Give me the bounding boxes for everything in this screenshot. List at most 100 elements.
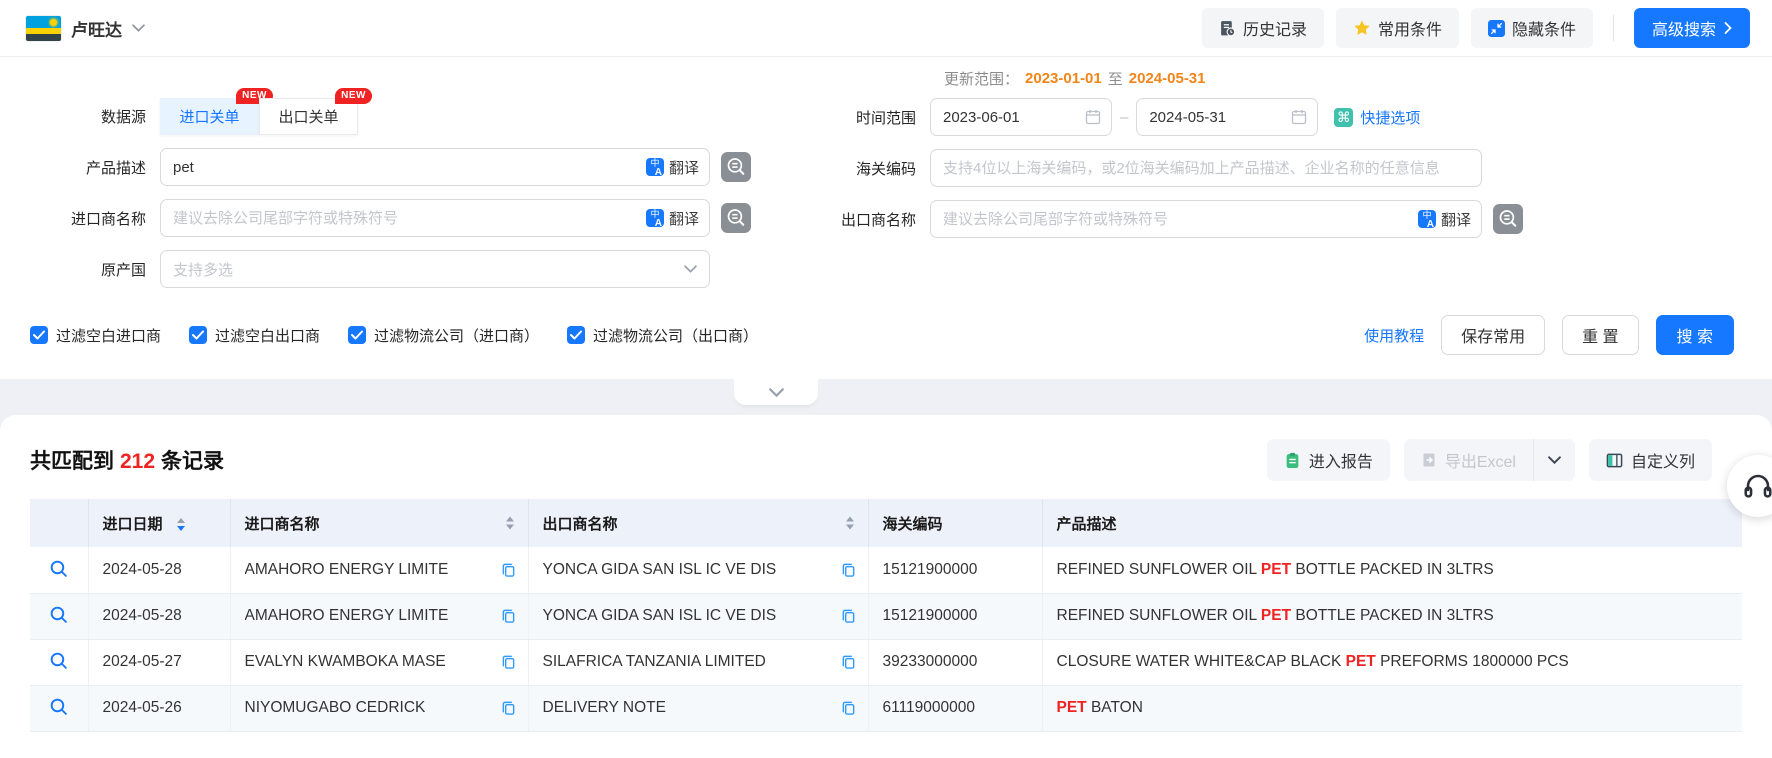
cell-hs-code: 39233000000 bbox=[868, 639, 1042, 685]
chevron-right-icon bbox=[1724, 22, 1732, 34]
filter-logistics-importer-checkbox[interactable]: 过滤物流公司（进口商） bbox=[348, 325, 539, 346]
customize-columns-button[interactable]: 自定义列 bbox=[1589, 439, 1712, 481]
desc-text: BOTTLE PACKED IN 3LTRS bbox=[1291, 561, 1494, 578]
hide-conditions-button[interactable]: 隐藏条件 bbox=[1471, 8, 1593, 48]
history-button-label: 历史记录 bbox=[1243, 16, 1307, 40]
results-header: 共匹配到212条记录 进入报告 导出Excel bbox=[30, 439, 1742, 481]
search-button[interactable]: 搜 索 bbox=[1656, 315, 1734, 355]
enter-report-label: 进入报告 bbox=[1309, 448, 1373, 472]
date-from-input[interactable]: 2023-06-01 bbox=[930, 98, 1112, 136]
export-excel-button[interactable]: 导出Excel bbox=[1404, 439, 1533, 481]
results-table: 进口日期 进口商名称 出口商名称 海关编码 产品描述 bbox=[30, 499, 1742, 732]
exact-match-toggle[interactable] bbox=[1493, 204, 1523, 234]
desc-highlight: PET bbox=[1261, 607, 1291, 624]
chevron-down-icon bbox=[132, 24, 145, 32]
copy-icon[interactable] bbox=[501, 562, 516, 578]
translate-icon: 中A bbox=[1418, 210, 1436, 228]
copy-icon[interactable] bbox=[841, 562, 856, 578]
export-options-caret[interactable] bbox=[1533, 439, 1575, 481]
country-name: 卢旺达 bbox=[71, 16, 122, 41]
cell-import-date: 2024-05-26 bbox=[88, 685, 230, 731]
cell-product-desc: CLOSURE WATER WHITE&CAP BLACK PET PREFOR… bbox=[1042, 639, 1742, 685]
magnifier-icon bbox=[49, 697, 68, 716]
importer-input[interactable] bbox=[173, 210, 638, 227]
save-favorite-button[interactable]: 保存常用 bbox=[1441, 315, 1545, 355]
header-label: 产品描述 bbox=[1057, 516, 1117, 533]
cell-hs-code: 15121900000 bbox=[868, 593, 1042, 639]
exporter-input[interactable] bbox=[943, 211, 1410, 228]
translate-button[interactable]: 中A 翻译 bbox=[1410, 209, 1471, 230]
sort-toggle[interactable] bbox=[506, 517, 514, 530]
view-detail-button[interactable] bbox=[45, 693, 72, 723]
translate-button[interactable]: 中A 翻译 bbox=[638, 208, 699, 229]
view-detail-button[interactable] bbox=[45, 555, 72, 585]
product-desc-input[interactable] bbox=[173, 159, 638, 176]
importer-label: 进口商名称 bbox=[0, 208, 160, 229]
hide-conditions-button-label: 隐藏条件 bbox=[1512, 16, 1576, 40]
tutorial-link[interactable]: 使用教程 bbox=[1364, 325, 1424, 346]
reset-button[interactable]: 重 置 bbox=[1562, 315, 1638, 355]
customize-columns-label: 自定义列 bbox=[1631, 448, 1695, 472]
topbar-actions: 历史记录 常用条件 隐藏条件 高级搜索 bbox=[1190, 8, 1750, 48]
cell-import-date: 2024-05-27 bbox=[88, 639, 230, 685]
cell-hs-code: 61119000000 bbox=[868, 685, 1042, 731]
desc-text: BATON bbox=[1087, 699, 1143, 716]
origin-country-select[interactable]: 支持多选 bbox=[160, 250, 710, 288]
sort-toggle[interactable] bbox=[846, 517, 854, 530]
translate-button[interactable]: 中A 翻译 bbox=[638, 157, 699, 178]
search-panel: 数据源 进口关单 NEW 出口关单 NEW 产品描述 bbox=[0, 57, 1772, 379]
exact-match-toggle[interactable] bbox=[721, 203, 751, 233]
time-range-label: 时间范围 bbox=[800, 107, 930, 128]
country-selector[interactable]: 卢旺达 bbox=[26, 16, 145, 41]
hs-code-input[interactable] bbox=[943, 160, 1471, 177]
enter-report-button[interactable]: 进入报告 bbox=[1267, 439, 1390, 481]
quick-options-link[interactable]: ⌘ 快捷选项 bbox=[1334, 107, 1420, 128]
collapse-icon bbox=[1488, 20, 1505, 37]
cell-import-date: 2024-05-28 bbox=[88, 547, 230, 593]
advanced-search-button[interactable]: 高级搜索 bbox=[1634, 8, 1750, 48]
filter-logistics-exporter-checkbox[interactable]: 过滤物流公司（出口商） bbox=[567, 325, 758, 346]
desc-text: PREFORMS 1800000 PCS bbox=[1376, 653, 1569, 670]
tab-export-declaration[interactable]: 出口关单 NEW bbox=[259, 98, 358, 135]
translate-label: 翻译 bbox=[669, 157, 699, 178]
date-to-value: 2024-05-31 bbox=[1149, 109, 1291, 126]
header-exporter-name[interactable]: 出口商名称 bbox=[528, 499, 868, 547]
copy-icon[interactable] bbox=[501, 654, 516, 670]
header-import-date[interactable]: 进口日期 bbox=[88, 499, 230, 547]
cell-exporter-name: SILAFRICA TANZANIA LIMITED bbox=[543, 653, 833, 671]
new-badge: NEW bbox=[335, 88, 372, 104]
filter-actions-row: 过滤空白进口商 过滤空白出口商 过滤物流公司（进口商） 过滤物流公司（出口商） … bbox=[0, 301, 1772, 355]
collapse-panel-handle[interactable] bbox=[734, 379, 818, 405]
cell-product-desc: REFINED SUNFLOWER OIL PET BOTTLE PACKED … bbox=[1042, 547, 1742, 593]
copy-icon[interactable] bbox=[841, 700, 856, 716]
topbar: 卢旺达 历史记录 常用条件 隐藏条件 高级搜索 bbox=[0, 0, 1772, 57]
calendar-icon bbox=[1085, 109, 1101, 125]
exact-match-icon bbox=[1493, 204, 1523, 234]
results-count-title: 共匹配到212条记录 bbox=[30, 445, 224, 475]
date-to-input[interactable]: 2024-05-31 bbox=[1136, 98, 1318, 136]
cell-exporter-name: DELIVERY NOTE bbox=[543, 699, 833, 717]
copy-icon[interactable] bbox=[841, 654, 856, 670]
cell-hs-code: 15121900000 bbox=[868, 547, 1042, 593]
table-row: 2024-05-28 AMAHORO ENERGY LIMITE YONCA G… bbox=[30, 547, 1742, 593]
translate-icon: 中A bbox=[646, 209, 664, 227]
view-detail-button[interactable] bbox=[45, 647, 72, 677]
favorites-button[interactable]: 常用条件 bbox=[1336, 8, 1459, 48]
copy-icon[interactable] bbox=[841, 608, 856, 624]
sort-toggle[interactable] bbox=[177, 518, 185, 531]
datasource-label: 数据源 bbox=[0, 106, 160, 127]
copy-icon[interactable] bbox=[501, 608, 516, 624]
exact-match-toggle[interactable] bbox=[721, 152, 751, 182]
history-button[interactable]: 历史记录 bbox=[1202, 8, 1324, 48]
filter-blank-importer-checkbox[interactable]: 过滤空白进口商 bbox=[30, 325, 161, 346]
table-row: 2024-05-27 EVALYN KWAMBOKA MASE SILAFRIC… bbox=[30, 639, 1742, 685]
origin-country-placeholder: 支持多选 bbox=[173, 259, 684, 280]
header-importer-name[interactable]: 进口商名称 bbox=[230, 499, 528, 547]
cell-exporter-name: YONCA GIDA SAN ISL IC VE DIS bbox=[543, 561, 833, 579]
copy-icon[interactable] bbox=[501, 700, 516, 716]
view-detail-button[interactable] bbox=[45, 601, 72, 631]
tab-import-declaration[interactable]: 进口关单 NEW bbox=[160, 98, 259, 135]
desc-highlight: PET bbox=[1057, 699, 1087, 716]
filter-blank-exporter-checkbox[interactable]: 过滤空白出口商 bbox=[189, 325, 320, 346]
cell-importer-name: NIYOMUGABO CEDRICK bbox=[245, 699, 493, 717]
